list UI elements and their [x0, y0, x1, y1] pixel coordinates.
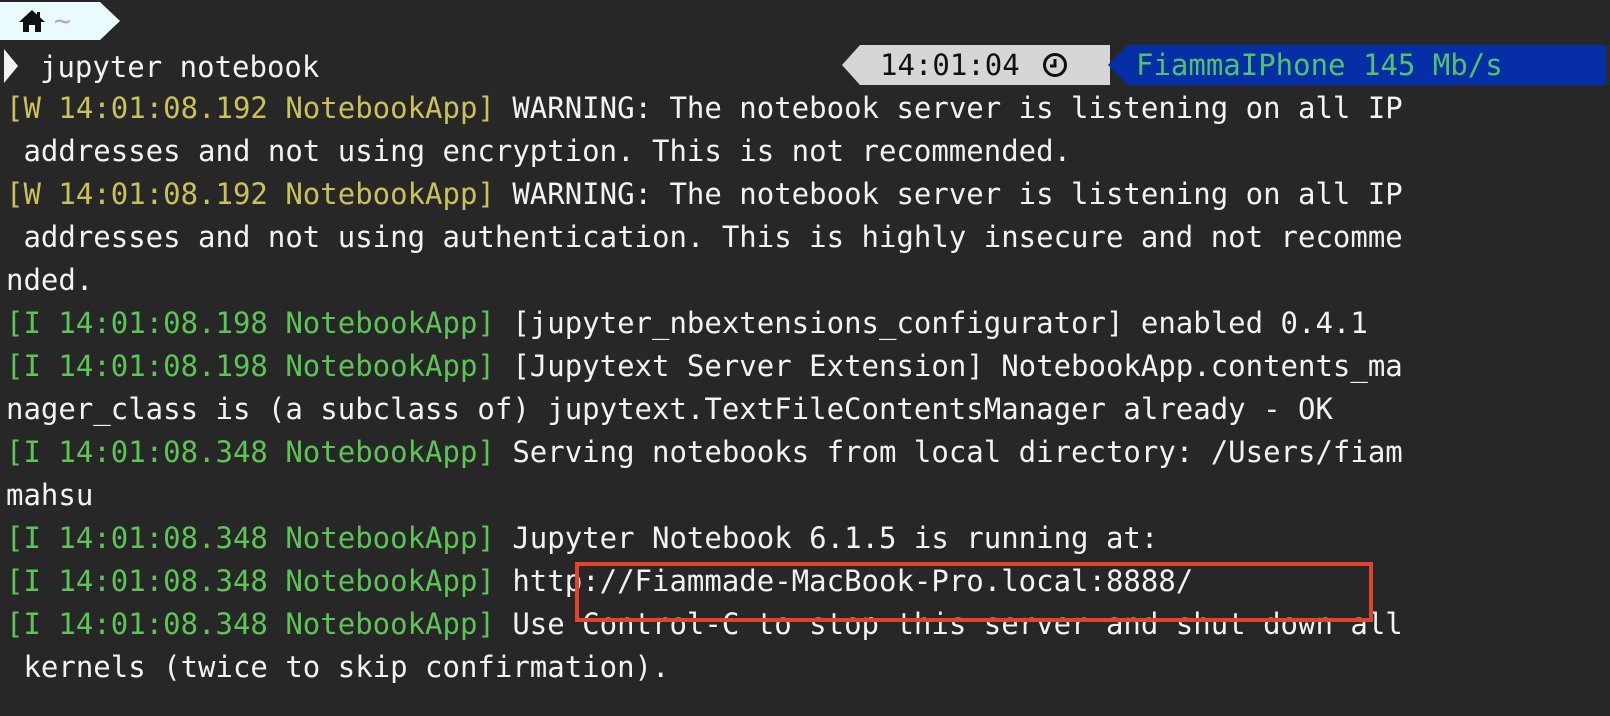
status-network-cap	[1606, 45, 1610, 85]
log-message: kernels (twice to skip confirmation).	[6, 650, 670, 684]
log-message: mahsu	[6, 478, 94, 512]
log-prefix: [I 14:01:08.348 NotebookApp]	[6, 607, 495, 641]
log-line: [I 14:01:08.198 NotebookApp] [Jupytext S…	[6, 344, 1403, 388]
log-prefix: [I 14:01:08.348 NotebookApp]	[6, 564, 495, 598]
log-line: [I 14:01:08.348 NotebookApp] http://Fiam…	[6, 559, 1193, 603]
log-message: WARNING: The notebook server is listenin…	[494, 177, 1403, 211]
log-message: Jupyter Notebook 6.1.5 is running at:	[494, 521, 1159, 555]
log-message: nded.	[6, 263, 94, 297]
log-line: [I 14:01:08.198 NotebookApp] [jupyter_nb…	[6, 301, 1368, 345]
status-time-segment: 14:01:04	[842, 45, 1110, 85]
prompt-cwd: ~	[54, 4, 71, 37]
log-line: kernels (twice to skip confirmation).	[6, 645, 669, 689]
log-line: addresses and not using encryption. This…	[6, 129, 1071, 173]
log-message: addresses and not using authentication. …	[6, 220, 1403, 254]
log-prefix: [W 14:01:08.192 NotebookApp]	[6, 177, 495, 211]
log-line: mahsu	[6, 473, 93, 517]
log-message: nager_class is (a subclass of) jupytext.…	[6, 392, 1333, 426]
log-line: [W 14:01:08.192 NotebookApp] WARNING: Th…	[6, 86, 1403, 130]
log-line: nager_class is (a subclass of) jupytext.…	[6, 387, 1333, 431]
status-network: FiammaIPhone 145 Mb/s	[1136, 48, 1503, 82]
prompt-arrow-icon	[4, 49, 18, 83]
log-prefix: [I 14:01:08.198 NotebookApp]	[6, 349, 495, 383]
log-message: [jupyter_nbextensions_configurator] enab…	[494, 306, 1368, 340]
status-time: 14:01:04	[880, 48, 1020, 82]
log-prefix: [I 14:01:08.348 NotebookApp]	[6, 521, 495, 555]
server-url-link[interactable]: http://Fiammade-MacBook-Pro.local:8888/	[495, 564, 1193, 598]
log-line: [I 14:01:08.348 NotebookApp] Jupyter Not…	[6, 516, 1158, 560]
terminal-window[interactable]: ~ jupyter notebook 14:01:04 FiammaIPhone…	[0, 0, 1610, 716]
log-prefix: [I 14:01:08.198 NotebookApp]	[6, 306, 495, 340]
status-network-segment: FiammaIPhone 145 Mb/s	[1108, 45, 1610, 85]
log-message: [Jupytext Server Extension] NotebookApp.…	[494, 349, 1403, 383]
log-line: nded.	[6, 258, 93, 302]
log-prefix: [I 14:01:08.348 NotebookApp]	[6, 435, 495, 469]
prompt-home-segment: ~	[0, 2, 120, 40]
log-line: [I 14:01:08.348 NotebookApp] Use Control…	[6, 602, 1403, 646]
log-line: [I 14:01:08.348 NotebookApp] Serving not…	[6, 430, 1403, 474]
log-line: [W 14:01:08.192 NotebookApp] WARNING: Th…	[6, 172, 1403, 216]
log-line: addresses and not using authentication. …	[6, 215, 1403, 259]
log-message: Serving notebooks from local directory: …	[494, 435, 1403, 469]
home-icon	[19, 10, 45, 32]
log-prefix: [W 14:01:08.192 NotebookApp]	[6, 91, 495, 125]
command-text: jupyter notebook	[40, 50, 320, 84]
log-message: WARNING: The notebook server is listenin…	[494, 91, 1403, 125]
log-message: Use Control-C to stop this server and sh…	[494, 607, 1403, 641]
clock-icon	[1042, 53, 1067, 77]
log-message: addresses and not using encryption. This…	[6, 134, 1072, 168]
